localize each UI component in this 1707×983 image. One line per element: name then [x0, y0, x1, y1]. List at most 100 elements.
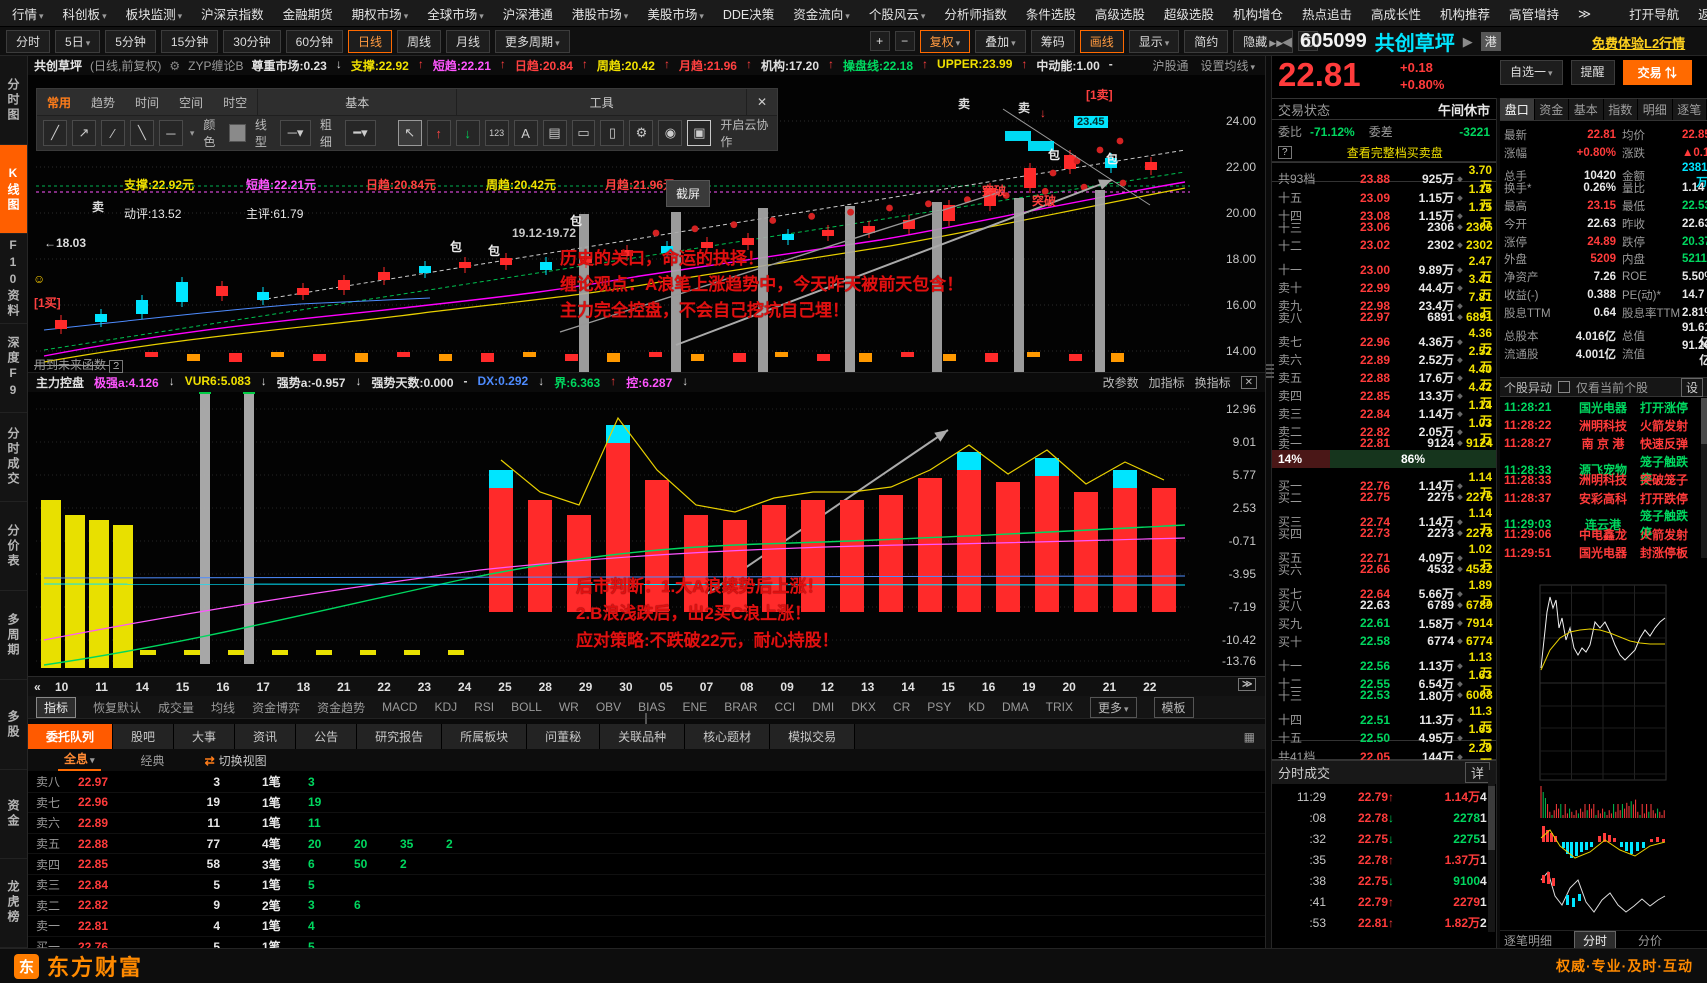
- indicator-tab-指标[interactable]: 指标: [36, 696, 77, 718]
- sub-link-加指标[interactable]: 加指标: [1149, 374, 1185, 391]
- indicator-tab-BOLL[interactable]: BOLL: [511, 700, 542, 714]
- indicator-tab-more[interactable]: 更多 ▾: [1089, 696, 1137, 718]
- detail-tab-资金[interactable]: 资金: [1535, 99, 1569, 120]
- detail-tab-基本[interactable]: 基本: [1569, 99, 1604, 120]
- menu-item-金融期货[interactable]: 金融期货: [283, 4, 333, 23]
- period-tab-周线[interactable]: 周线: [397, 29, 442, 53]
- menu-item-港股市场[interactable]: 港股市场 ▾: [572, 4, 629, 23]
- trade-row[interactable]: :35 22.78 ↑ 1.37万 1: [1272, 849, 1486, 870]
- trash-icon[interactable]: ▯: [600, 120, 625, 146]
- indicator-tab-资金趋势[interactable]: 资金趋势: [317, 699, 365, 716]
- screenshot-icon[interactable]: ▣: [687, 120, 712, 146]
- segment-line-icon[interactable]: ╱: [43, 120, 67, 146]
- queue-row[interactable]: 卖三 22.84 5 1笔 5: [28, 875, 1265, 896]
- view-full-book-row[interactable]: ? 查看完整档买卖盘: [1272, 143, 1496, 162]
- tool-画线[interactable]: 画线: [1079, 29, 1124, 53]
- alert-row[interactable]: 11:29:51 国光电器 封涨停板: [1500, 544, 1701, 562]
- bottom-tab-研究报告[interactable]: 研究报告: [357, 724, 443, 749]
- trade-row[interactable]: :08 22.78 ↓ 2278 1: [1272, 807, 1486, 828]
- alert-row[interactable]: 11:28:33 源飞宠物 笼子触跌停: [1500, 453, 1701, 486]
- indicator-tab-CR[interactable]: CR: [893, 700, 910, 714]
- menu-item-板块监测[interactable]: 板块监测 ▾: [126, 4, 183, 23]
- queue-row[interactable]: 卖一 22.81 4 1笔 4: [28, 916, 1265, 937]
- only-current-checkbox[interactable]: [1558, 381, 1571, 393]
- detail-tab-指数[interactable]: 指数: [1604, 99, 1638, 120]
- queue-row[interactable]: 卖七 22.96 19 1笔 19: [28, 793, 1265, 814]
- indicator-tab-恢复默认[interactable]: 恢复默认: [93, 699, 141, 716]
- tool-筹码[interactable]: 筹码: [1030, 29, 1075, 53]
- period-tab-更多周期[interactable]: 更多周期 ▾: [495, 29, 570, 53]
- alert-row[interactable]: 11:28:27 南 京 港快速反弹: [1500, 434, 1701, 452]
- menu-item-行情[interactable]: 行情 ▾: [12, 4, 44, 23]
- detail-tab-盘口[interactable]: 盘口: [1500, 99, 1535, 120]
- trade-row[interactable]: :32 22.75 ↓ 2275 1: [1272, 828, 1486, 849]
- text-icon[interactable]: A: [513, 120, 538, 146]
- book-row[interactable]: 十四 22.51 11.3万 ◆ 11.3万: [1272, 704, 1496, 734]
- period-tab-5分钟[interactable]: 5分钟: [105, 29, 156, 53]
- book-row[interactable]: 买十 22.58 6774 ◆ 6774: [1272, 632, 1496, 650]
- draw-tab-时空[interactable]: 时空: [213, 89, 257, 115]
- detail-tab-明细[interactable]: 明细: [1638, 99, 1673, 120]
- indicator-tab-DMA[interactable]: DMA: [1002, 700, 1029, 714]
- chart-header-link-沪股通[interactable]: 沪股通: [1152, 57, 1188, 74]
- tool-显示[interactable]: 显示 ▾: [1128, 29, 1180, 53]
- indicator-tab-PSY[interactable]: PSY: [927, 700, 951, 714]
- book-row[interactable]: 十三 23.06 2306 ◆ 2306: [1272, 218, 1496, 236]
- menu-item-超级选股[interactable]: 超级选股: [1164, 4, 1214, 23]
- book-row[interactable]: 买四 22.73 2273 ◆ 2273: [1272, 524, 1496, 542]
- indicator-tab-均线[interactable]: 均线: [211, 699, 235, 716]
- period-tab-日线[interactable]: 日线: [348, 29, 393, 53]
- indicator-tab-KDJ[interactable]: KDJ: [434, 700, 457, 714]
- indicator-tab-OBV[interactable]: OBV: [596, 700, 621, 714]
- view-full-tab[interactable]: 全息 ▾: [58, 750, 101, 771]
- gear-icon[interactable]: ⚙: [169, 59, 180, 73]
- indicator-tab-ENE[interactable]: ENE: [683, 700, 708, 714]
- switch-view-button[interactable]: ⇄ 切换视图: [205, 752, 267, 769]
- book-row[interactable]: 买三 22.74 1.14万 ◆ 1.14万: [1272, 506, 1496, 536]
- bottom-tab-大事[interactable]: 大事: [174, 724, 236, 749]
- menu-item-科创板[interactable]: 科创板 ▾: [63, 4, 107, 23]
- menu-item-期权市场[interactable]: 期权市场 ▾: [352, 4, 409, 23]
- bottom-tab-所属板块[interactable]: 所属板块: [442, 724, 528, 749]
- trade-row[interactable]: :41 22.79 ↑ 2279 1: [1272, 891, 1486, 912]
- ray-line-icon[interactable]: ∕: [100, 120, 125, 146]
- menu-item-沪深京指数[interactable]: 沪深京指数: [201, 4, 264, 23]
- eye-icon[interactable]: ◉: [658, 120, 683, 146]
- chevron-down-icon[interactable]: ▾: [190, 128, 195, 139]
- tool-叠加[interactable]: 叠加 ▾: [975, 29, 1026, 53]
- period-tab-15分钟[interactable]: 15分钟: [160, 29, 219, 53]
- chart-header-link-设置均线[interactable]: 设置均线 ▾: [1200, 57, 1255, 74]
- book-row[interactable]: 买八 22.63 6789 ◆ 6789: [1272, 596, 1496, 614]
- alert-row[interactable]: 11:28:21 国光电器 打开涨停: [1500, 398, 1701, 416]
- period-tab-30分钟[interactable]: 30分钟: [223, 29, 281, 53]
- bottom-tab-委托队列[interactable]: 委托队列: [28, 724, 114, 749]
- alert-row[interactable]: 11:28:33 洲明科技 突破笼子: [1500, 471, 1701, 489]
- sub-link-改参数[interactable]: 改参数: [1103, 374, 1139, 391]
- period-tab-分时[interactable]: 分时: [6, 29, 51, 53]
- gear-icon[interactable]: ⚙: [629, 120, 654, 146]
- book-row[interactable]: 卖七 22.96 4.36万 ◆ 4.36万: [1272, 326, 1496, 356]
- x-axis-scroll-left[interactable]: «: [34, 680, 41, 694]
- indicator-tab-TRIX[interactable]: TRIX: [1046, 700, 1073, 714]
- queue-row[interactable]: 卖八 22.97 3 1笔 3: [28, 772, 1265, 793]
- indicator-tab-BRAR[interactable]: BRAR: [724, 700, 757, 714]
- tool-复权[interactable]: 复权 ▾: [919, 29, 971, 53]
- book-row[interactable]: 十三 22.53 1.80万 ◆ 6008: [1272, 686, 1496, 704]
- sidebar-item-资金[interactable]: 资金: [0, 770, 27, 859]
- mini-tab-分价[interactable]: 分价: [1638, 932, 1662, 949]
- sidebar-item-分价表[interactable]: 分价表: [0, 502, 27, 592]
- zoom-out-button[interactable]: −: [894, 31, 915, 51]
- trade-row[interactable]: :38 22.75 ↓ 9100 4: [1272, 870, 1486, 891]
- layout-grid-icon[interactable]: ▦: [1244, 724, 1265, 749]
- queue-row[interactable]: 卖四 22.85 58 3笔 6 50 2: [28, 854, 1265, 875]
- menu-item-沪深港通[interactable]: 沪深港通: [503, 4, 553, 23]
- alert-row[interactable]: 11:28:37 安彩高科 打开跌停: [1500, 489, 1701, 507]
- horizontal-line-icon[interactable]: ─: [158, 120, 183, 146]
- zoom-in-button[interactable]: +: [869, 31, 890, 51]
- trade-button[interactable]: 交易 ⇅: [1622, 60, 1692, 85]
- indicator-tab-成交量[interactable]: 成交量: [158, 699, 194, 716]
- alert-row[interactable]: 11:28:22 洲明科技 火箭发射: [1500, 416, 1701, 434]
- draw-tab-趋势[interactable]: 趋势: [81, 89, 125, 115]
- sidebar-item-多周期[interactable]: 多周期: [0, 591, 27, 681]
- watchlist-button[interactable]: 自选一 ▾: [1500, 60, 1563, 85]
